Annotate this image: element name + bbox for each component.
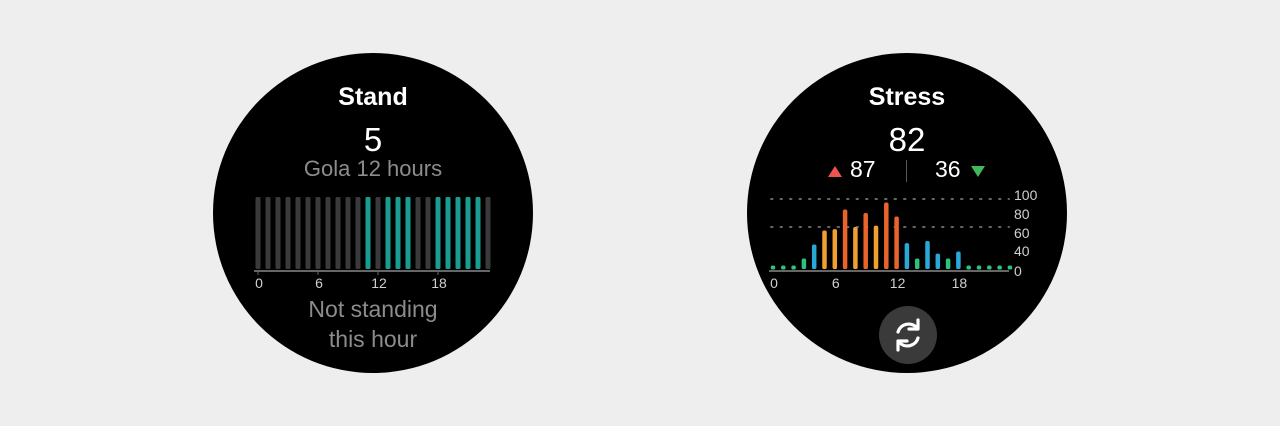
stress-bar-hour-5	[822, 230, 827, 269]
stand-bar-hour-6	[315, 197, 321, 269]
stress-bar-hour-22	[997, 265, 1002, 270]
stand-bar-hour-23	[485, 197, 491, 269]
stand-watch-face: Stand 5 Gola 12 hours 0 6 12 18 Not standin…	[213, 53, 533, 373]
stress-bar-hour-0	[770, 265, 776, 270]
stand-bar-hour-4	[295, 197, 301, 269]
stress-bar-hour-17	[945, 258, 951, 269]
stress-bar-hour-15	[925, 241, 930, 269]
stress-y-tick-label: 60	[1014, 225, 1030, 241]
stand-x-tick-label: 6	[315, 275, 323, 291]
stress-bar-hour-16	[935, 253, 941, 269]
stress-bar-hour-1	[781, 265, 786, 270]
stress-bar-hour-10	[873, 225, 879, 269]
refresh-icon	[896, 318, 920, 352]
stress-x-tick-label: 0	[770, 275, 778, 291]
stress-y-tick-label: 100	[1014, 187, 1038, 203]
stress-y-tick-label: 80	[1014, 206, 1030, 222]
stress-x-tick-label: 6	[832, 275, 840, 291]
stand-bar-hour-19	[445, 197, 451, 269]
stress-bar-hour-7	[842, 209, 848, 269]
stress-watch-face: Stress 82 87 36 100 80 60 40 0 0 6 12 18	[747, 53, 1067, 373]
stand-bar-hour-2	[275, 197, 281, 269]
stand-bar-hour-3	[285, 197, 291, 269]
stand-bar-hour-7	[325, 197, 331, 269]
stand-bar-hour-8	[335, 197, 341, 269]
stand-bar-hour-17	[425, 197, 431, 269]
stress-bar-hour-12	[894, 216, 899, 269]
stand-bar-hour-21	[465, 197, 471, 269]
stand-x-tick-label: 0	[255, 275, 263, 291]
stress-bar-hour-14	[914, 258, 920, 269]
stand-bar-hour-16	[415, 197, 421, 269]
stand-bar-hour-15	[405, 197, 411, 269]
stress-y-tick-label: 40	[1014, 243, 1030, 259]
stress-x-tick-label: 18	[952, 275, 968, 291]
stress-bar-hour-21	[987, 265, 992, 270]
stand-bar-hour-0	[255, 197, 261, 269]
stress-bar-hour-23	[1007, 265, 1013, 270]
stress-bar-hour-19	[966, 265, 971, 270]
stand-bar-hour-11	[365, 197, 371, 269]
stand-bar-hour-14	[395, 197, 401, 269]
stand-bar-hour-22	[475, 197, 481, 269]
stress-x-tick-label: 12	[890, 275, 906, 291]
stress-bar-hour-2	[791, 265, 796, 270]
stress-bar-hour-3	[801, 258, 807, 269]
stress-bar-hour-11	[884, 202, 889, 269]
stand-bar-hour-13	[385, 197, 391, 269]
stand-bar-hour-5	[305, 197, 311, 269]
stand-bar-hour-10	[355, 197, 361, 269]
stress-bar-hour-13	[904, 243, 910, 269]
stand-bar-hour-1	[265, 197, 271, 269]
stand-status-line-2: this hour	[328, 326, 418, 352]
stress-bar-hour-18	[956, 251, 961, 269]
stress-bar-hour-8	[853, 227, 858, 269]
stress-bar-hour-9	[863, 213, 868, 269]
stand-bar-hour-20	[455, 197, 461, 269]
stand-x-tick-label: 18	[431, 275, 447, 291]
stress-bar-hour-4	[811, 244, 817, 269]
stand-bar-hour-12	[375, 197, 381, 269]
stand-status-line-1: Not standing	[308, 296, 438, 322]
stress-bar-hour-20	[976, 265, 982, 270]
stand-x-tick-label: 12	[371, 275, 387, 291]
stress-bar-hour-6	[832, 229, 838, 269]
stand-bar-hour-18	[435, 197, 441, 269]
refresh-button[interactable]	[879, 306, 937, 364]
stand-bar-hour-9	[345, 197, 351, 269]
stand-chart: 0 6 12 18	[254, 197, 491, 291]
stress-y-tick-label: 0	[1014, 263, 1022, 279]
